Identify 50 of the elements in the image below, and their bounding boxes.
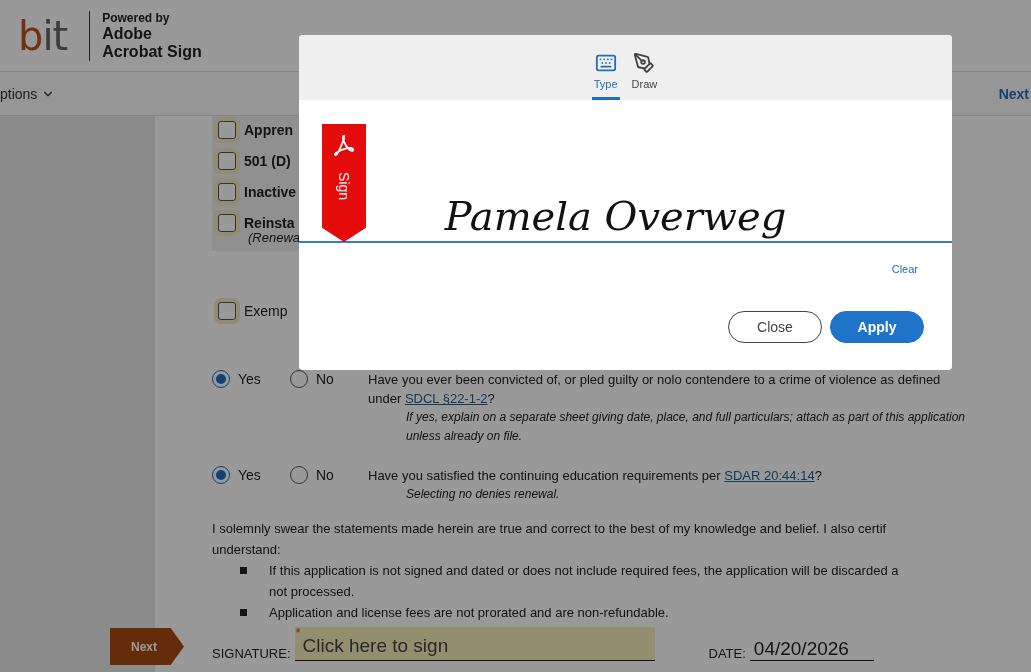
question-text: Have you satisfied the continuing education requirements per SDAR 20:44:14? (368, 467, 823, 485)
checkbox-label: Exemp (244, 302, 288, 319)
signature-area[interactable]: Sign Pamela Overweg (299, 100, 952, 243)
signature-field[interactable]: * Click here to sign (294, 627, 655, 661)
radio-button[interactable] (212, 370, 230, 388)
brand-name: Adobe (102, 24, 153, 43)
pen-icon (633, 52, 656, 74)
company-logo: bit (18, 12, 68, 59)
bullet-icon (240, 567, 247, 574)
mode-tab[interactable]: Draw (629, 52, 660, 100)
bullet-text: Application and license fees are not prorated and are non-refundable. (269, 604, 669, 622)
reference-link[interactable]: SDAR 20:44:14 (724, 468, 815, 483)
bullet-text: not processed. (269, 583, 356, 601)
bullet-icon (240, 609, 247, 616)
checkbox-label: Reinsta (244, 214, 295, 231)
checkbox-label: 501 (D) (244, 152, 291, 169)
typed-signature: Pamela Overweg (444, 193, 787, 239)
reference-link[interactable]: SDCL §22-1-2 (404, 391, 488, 406)
question-text: Have you ever been convicted of, or pled guilty or nolo contendere to a crime of violence as defined under SDCL §22-1-2? (368, 371, 942, 408)
required-mark: * (295, 626, 301, 639)
radio-button[interactable] (212, 466, 230, 484)
next-link[interactable]: Next (998, 85, 1031, 102)
acrobat-logo-icon (333, 134, 355, 158)
radio-label: Yes (238, 467, 261, 483)
apply-button[interactable]: Apply (830, 311, 924, 343)
note-text: (Renewa (247, 230, 302, 245)
brand-name: Acrobat Sign (102, 42, 202, 61)
powered-by-text: Powered by (102, 10, 171, 25)
signature-label: SIGNATURE: (212, 646, 291, 661)
mode-tab[interactable]: Type (591, 52, 620, 100)
options-menu[interactable]: ptions (0, 85, 56, 102)
clear-link[interactable]: Clear (891, 263, 918, 275)
sign-label: Sign (336, 172, 352, 201)
date-field[interactable]: 04/20/2026 (749, 638, 874, 661)
radio-button[interactable] (290, 466, 308, 484)
instruction-text: Selecting no denies renewal. (406, 486, 561, 503)
bullet-text: If this application is not signed and dated or does not include required fees, the application will be discarded a (269, 562, 899, 580)
checkbox-label: Inactive (244, 183, 297, 200)
radio-label: No (316, 467, 334, 483)
radio-label: Yes (238, 371, 261, 387)
next-tab-button[interactable]: Next (110, 628, 184, 665)
date-label: DATE: (708, 646, 746, 661)
checkbox-label: Appren (244, 121, 293, 138)
instruction-text: If yes, explain on a separate sheet giving date, place, and full particulars; attach as part of this application unless already on file. (406, 409, 966, 445)
oath-text: I solemnly swear the statements made herein are true and correct to the best of my knowledge and belief. I also certif (212, 520, 888, 538)
oath-text: understand: (212, 541, 282, 559)
keyboard-icon (594, 52, 617, 74)
radio-button[interactable] (290, 370, 308, 388)
radio-label: No (316, 371, 334, 387)
close-button[interactable]: Close (728, 311, 822, 343)
